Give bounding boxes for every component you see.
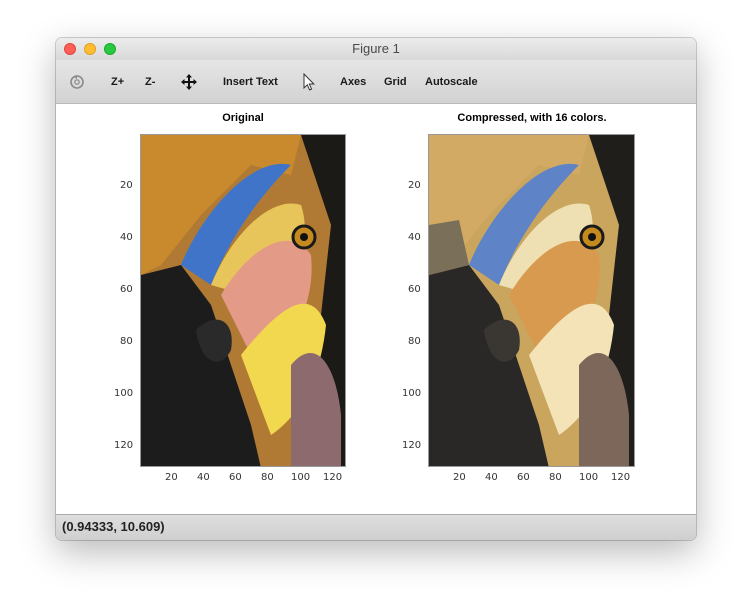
pointer-arrow-icon[interactable]	[300, 72, 318, 91]
y-tick-label: 20	[408, 180, 421, 191]
close-window-button[interactable]	[64, 43, 76, 55]
title-bar[interactable]: Figure 1	[56, 38, 696, 60]
zoom-out-button[interactable]: Z-	[145, 60, 155, 104]
x-tick-label: 60	[229, 472, 242, 483]
minimize-window-button[interactable]	[84, 43, 96, 55]
x-tick-label: 80	[261, 472, 274, 483]
x-tick-label: 40	[197, 472, 210, 483]
image-compressed[interactable]	[428, 134, 635, 467]
cursor-coordinates: (0.94333, 10.609)	[62, 519, 165, 534]
y-tick-label: 120	[402, 440, 422, 451]
y-tick-label: 60	[408, 284, 421, 295]
axes-title-compressed: Compressed, with 16 colors.	[457, 112, 607, 124]
x-tick-label: 40	[485, 472, 498, 483]
window-title: Figure 1	[352, 41, 400, 56]
x-tick-label: 20	[165, 472, 178, 483]
x-tick-label: 120	[323, 472, 343, 483]
zoom-window-button[interactable]	[104, 43, 116, 55]
zoom-in-button[interactable]: Z+	[111, 60, 124, 104]
figure-canvas[interactable]: Original 20 40 60 80 100 120 20 40 60 80…	[56, 104, 696, 514]
x-tick-label: 60	[517, 472, 530, 483]
y-tick-label: 80	[120, 336, 133, 347]
image-original[interactable]	[140, 134, 346, 467]
figure-window: Figure 1 Z+ Z- Insert Text Axes Grid Aut…	[56, 38, 696, 540]
y-tick-label: 100	[114, 388, 134, 399]
y-tick-label: 100	[402, 388, 422, 399]
pan-arrows-icon[interactable]	[180, 73, 198, 91]
axes-button[interactable]: Axes	[340, 60, 366, 104]
y-tick-label: 120	[114, 440, 134, 451]
toolbar: Z+ Z- Insert Text Axes Grid Autoscale	[56, 60, 696, 104]
x-tick-label: 80	[549, 472, 562, 483]
x-tick-label: 20	[453, 472, 466, 483]
insert-text-button[interactable]: Insert Text	[223, 60, 278, 104]
y-tick-label: 40	[120, 232, 133, 243]
axes-title-original: Original	[222, 112, 264, 124]
x-tick-label: 100	[579, 472, 599, 483]
rotate-3d-icon[interactable]	[68, 73, 86, 91]
y-tick-label: 20	[120, 180, 133, 191]
y-tick-label: 80	[408, 336, 421, 347]
x-tick-label: 120	[611, 472, 631, 483]
y-tick-label: 60	[120, 284, 133, 295]
grid-button[interactable]: Grid	[384, 60, 407, 104]
autoscale-button[interactable]: Autoscale	[425, 60, 478, 104]
x-tick-label: 100	[291, 472, 311, 483]
y-tick-label: 40	[408, 232, 421, 243]
status-bar: (0.94333, 10.609)	[56, 514, 696, 540]
